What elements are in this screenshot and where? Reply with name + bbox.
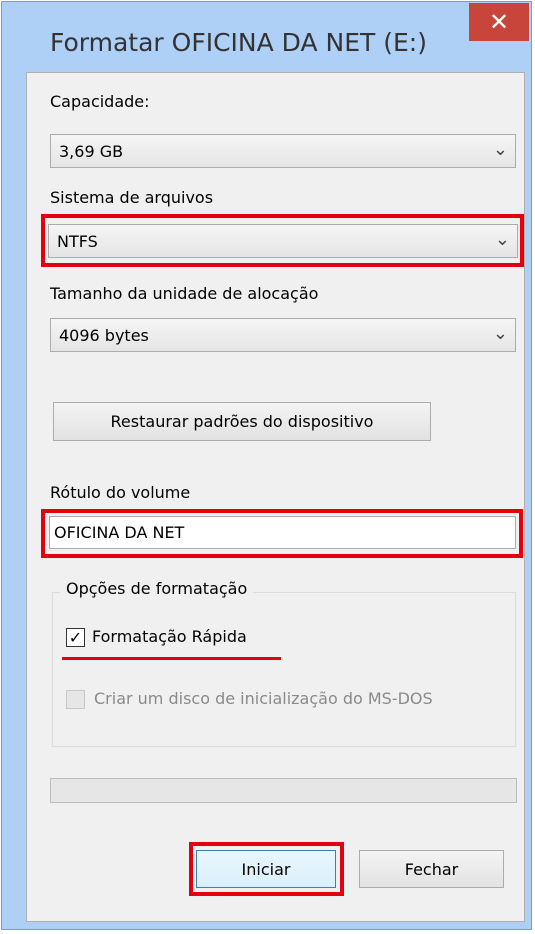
allocation-dropdown[interactable]: 4096 bytes ⌄	[50, 318, 516, 352]
quick-format-underline	[62, 657, 281, 660]
volume-highlight-box	[41, 509, 523, 558]
chevron-down-icon: ⌄	[492, 323, 508, 344]
allocation-value: 4096 bytes	[59, 326, 149, 345]
close-button[interactable]: Fechar	[359, 850, 504, 888]
msdos-boot-disk-label: Criar um disco de inicialização do MS-DO…	[94, 689, 433, 708]
format-progress-bar	[50, 778, 517, 803]
chevron-down-icon: ⌄	[492, 139, 508, 160]
close-icon: ✕	[488, 8, 510, 36]
format-options-title: Opções de formatação	[60, 579, 254, 598]
filesystem-highlight-box	[41, 214, 524, 267]
capacity-dropdown[interactable]: 3,69 GB ⌄	[50, 134, 516, 168]
window-title: Formatar OFICINA DA NET (E:)	[50, 28, 427, 57]
close-window-button[interactable]: ✕	[469, 3, 529, 41]
start-highlight-box	[189, 842, 344, 896]
allocation-label: Tamanho da unidade de alocação	[50, 284, 319, 303]
format-options-group	[52, 592, 516, 747]
volume-label-caption: Rótulo do volume	[50, 483, 191, 502]
msdos-boot-disk-checkbox[interactable]	[66, 690, 85, 709]
restore-defaults-button[interactable]: Restaurar padrões do dispositivo	[53, 402, 431, 441]
capacity-label: Capacidade:	[50, 92, 150, 111]
checkmark-icon: ✓	[68, 628, 83, 647]
quick-format-checkbox[interactable]: ✓	[66, 628, 85, 647]
filesystem-label: Sistema de arquivos	[50, 188, 214, 207]
quick-format-label: Formatação Rápida	[92, 627, 247, 646]
capacity-value: 3,69 GB	[59, 142, 124, 161]
